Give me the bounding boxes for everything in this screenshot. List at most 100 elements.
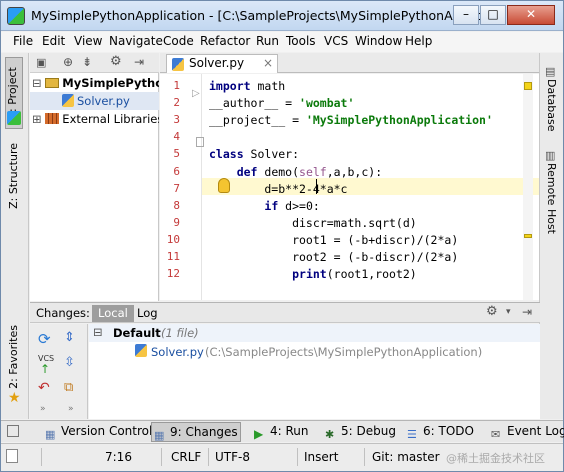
tab-debug[interactable]: ✱ 5: Debug — [323, 422, 396, 442]
settings-gear-icon[interactable]: ⚙ — [486, 304, 498, 319]
fold-icon[interactable]: ▷ — [192, 88, 200, 99]
tab-log[interactable]: Log — [131, 305, 164, 322]
code-line[interactable]: __project__ = 'MySimplePythonApplication… — [209, 113, 493, 127]
tab-run[interactable]: ▶ 4: Run — [252, 422, 309, 442]
menu-help[interactable]: Help — [405, 34, 432, 48]
code-line[interactable]: __author__ = 'wombat' — [209, 96, 354, 110]
scroll-from-source-icon[interactable]: ⊕ — [63, 55, 73, 69]
changes-header: Changes: Local Log ⚙ ▾ ⇥ — [30, 302, 540, 323]
menu-refactor[interactable]: Refactor — [200, 34, 250, 48]
close-button[interactable]: ✕ — [507, 5, 555, 25]
menu-vcs[interactable]: VCS — [324, 34, 348, 48]
code-line[interactable]: root2 = (-b-discr)/(2*a) — [209, 250, 458, 264]
code-line[interactable]: if d>=0: — [209, 199, 319, 213]
code-line[interactable]: import math — [209, 79, 285, 93]
code-line[interactable]: discr=math.sqrt(d) — [209, 216, 417, 230]
code-line[interactable]: print(root1,root2) — [209, 267, 417, 281]
minimize-button[interactable]: – — [453, 5, 479, 25]
warning-marker-small[interactable] — [524, 234, 532, 238]
menu-bar: File Edit View Navigate Code Refactor Ru… — [1, 32, 563, 52]
more-icon-2[interactable]: » — [68, 404, 74, 414]
diff-icon[interactable]: ⧉ — [64, 380, 80, 396]
tab-favorites[interactable]: 2: Favorites — [7, 325, 20, 389]
line-number: 2 — [173, 96, 180, 110]
todo-icon: ☰ — [407, 428, 417, 441]
line-number: 5 — [173, 147, 180, 161]
tree-libraries-row[interactable]: ⊞ External Libraries — [30, 110, 159, 128]
changes-list: ⊟ Default (1 file) Solver.py (C:\SampleP… — [89, 324, 540, 419]
tab-local[interactable]: Local — [92, 305, 134, 322]
lightbulb-icon[interactable] — [218, 178, 230, 193]
changelist-count: (1 file) — [161, 326, 199, 340]
project-icon — [7, 111, 21, 125]
editor-tab-solver[interactable]: Solver.py × — [166, 54, 278, 73]
tab-remote-host[interactable]: Remote Host — [545, 163, 558, 234]
file-encoding[interactable]: UTF-8 — [215, 450, 250, 464]
tab-version-control[interactable]: ▦ Version Control — [43, 422, 152, 442]
changed-file-name: Solver.py — [151, 345, 204, 359]
rollback-icon[interactable]: ↶ — [38, 380, 54, 396]
menu-view[interactable]: View — [74, 34, 102, 48]
warning-marker[interactable] — [524, 82, 532, 90]
toggle-panels-icon[interactable] — [7, 425, 19, 437]
tree-root-row[interactable]: ⊟ MySimplePytho — [30, 74, 159, 92]
tab-run-label: 4: Run — [270, 424, 309, 438]
menu-file[interactable]: File — [13, 34, 33, 48]
code-line[interactable]: root1 = (-b+discr)/(2*a) — [209, 233, 458, 247]
title-bar: MySimplePythonApplication - [C:\SamplePr… — [1, 1, 563, 31]
menu-code[interactable]: Code — [163, 34, 194, 48]
menu-tools[interactable]: Tools — [286, 34, 316, 48]
menu-window[interactable]: Window — [355, 34, 402, 48]
changes-toolbar: ⟳ ⇕ VCS ↑ ⇳ ↶ ⧉ » » — [30, 324, 88, 419]
status-bar: 7:16 CRLF UTF-8 Insert Git: master @稀土掘金… — [1, 443, 563, 471]
fold-marker-icon[interactable] — [196, 137, 204, 147]
close-tab-icon[interactable]: × — [263, 55, 273, 72]
star-icon: ★ — [8, 390, 21, 406]
changes-title: Changes: — [36, 306, 90, 320]
dropdown-arrow-icon[interactable]: ▾ — [506, 307, 511, 317]
changelist-row[interactable]: ⊟ Default (1 file) — [89, 324, 540, 342]
tab-changes[interactable]: ▦ 9: Changes — [151, 422, 241, 442]
caret-position[interactable]: 7:16 — [105, 450, 132, 464]
tab-event-log[interactable]: ✉ Event Log — [489, 422, 564, 442]
tab-todo[interactable]: ☰ 6: TODO — [405, 422, 474, 442]
commit-arrow-icon[interactable]: ↑ — [40, 362, 50, 376]
tab-event-log-label: Event Log — [507, 424, 564, 438]
text-caret — [316, 179, 317, 194]
project-view-icon[interactable]: ▣ — [36, 56, 46, 69]
code-editor[interactable]: 1 2 3 4 5 6 7 8 9 10 11 12 import math __author__ = … — [160, 74, 541, 300]
library-icon — [45, 113, 60, 124]
collapse-arrow-icon[interactable]: ⊟ — [93, 325, 103, 339]
tree-file-row[interactable]: Solver.py — [30, 92, 159, 110]
menu-run[interactable]: Run — [256, 34, 279, 48]
expand-all-icon[interactable]: ⇕ — [64, 330, 80, 346]
editor-tab-bar: Solver.py × — [160, 53, 541, 73]
python-file-icon — [62, 94, 74, 107]
tab-database[interactable]: Database — [545, 79, 558, 132]
expand-arrow-icon[interactable]: ⊞ — [32, 112, 42, 126]
line-separator[interactable]: CRLF — [171, 450, 201, 464]
collapse-all-icon[interactable]: ⇳ — [64, 355, 80, 371]
watermark: @稀土掘金技术社区 — [446, 452, 545, 465]
code-line[interactable]: class Solver: — [209, 147, 299, 161]
pycharm-app-icon — [7, 7, 25, 25]
status-icon[interactable] — [6, 449, 18, 463]
left-tool-strip: 1: Project Z: Structure 2: Favorites ★ — [1, 53, 29, 419]
refresh-icon[interactable]: ⟳ — [38, 330, 54, 348]
project-root-label: MySimplePytho — [62, 76, 159, 90]
tab-structure[interactable]: Z: Structure — [7, 143, 20, 209]
settings-gear-icon[interactable]: ⚙ — [110, 54, 122, 69]
changed-file-row[interactable]: Solver.py (C:\SampleProjects\MySimplePyt… — [89, 342, 540, 360]
hide-panel-icon[interactable]: ⇥ — [134, 55, 144, 69]
hide-panel-icon[interactable]: ⇥ — [522, 305, 532, 319]
bottom-tool-tabs: ▦ Version Control ▦ 9: Changes ▶ 4: Run ✱ 5:… — [1, 420, 564, 442]
git-branch[interactable]: Git: master — [372, 450, 440, 464]
menu-navigate[interactable]: Navigate — [109, 34, 163, 48]
more-icon[interactable]: » — [40, 404, 46, 414]
menu-edit[interactable]: Edit — [42, 34, 65, 48]
maximize-button[interactable]: □ — [480, 5, 506, 25]
right-tool-strip: ▤ Database ▥ Remote Host — [539, 53, 563, 419]
code-line[interactable]: def demo(self,a,b,c): — [209, 165, 382, 179]
collapse-arrow-icon[interactable]: ⊟ — [32, 76, 42, 90]
collapse-all-icon[interactable]: ⇟ — [82, 55, 92, 69]
